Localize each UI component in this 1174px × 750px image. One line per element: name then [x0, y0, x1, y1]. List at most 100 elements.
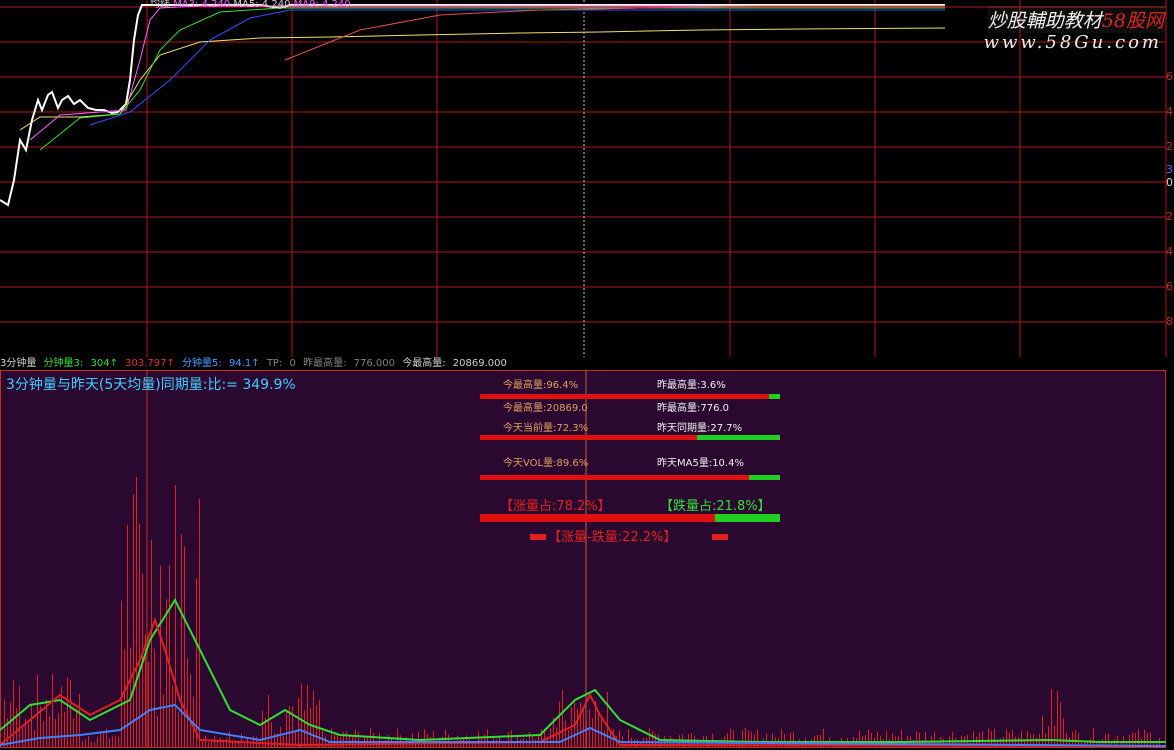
- indicator-value-yesterday-max: 776.000: [353, 358, 396, 369]
- volume-bar: [169, 565, 170, 748]
- volume-bar: [286, 711, 287, 748]
- ma-long-line: [284, 5, 945, 61]
- volume-bar: [109, 738, 110, 748]
- volume-bar: [217, 742, 218, 748]
- avg-price-line: [19, 27, 946, 131]
- volume-bar: [43, 721, 44, 748]
- volume-bar: [379, 732, 380, 748]
- volume-bar: [550, 728, 551, 748]
- volume-bar: [187, 658, 188, 748]
- volume-bar: [610, 731, 611, 748]
- ma9-line: [89, 9, 945, 126]
- volume-bar: [634, 739, 635, 748]
- volume-bar: [1042, 715, 1043, 748]
- ratio-bar-current-red: [480, 435, 697, 440]
- volume-bar: [124, 649, 125, 748]
- right-tick: 0: [1166, 176, 1173, 189]
- volume-bar: [37, 674, 38, 748]
- volume-bar: [172, 685, 173, 748]
- right-tick: 6: [1166, 70, 1173, 83]
- volume-bar: [85, 739, 86, 748]
- stat-yesterday-max-ratio: 昨最高量:3.6%: [657, 380, 726, 391]
- diff-marker-left: [530, 534, 546, 540]
- volume-bar: [199, 498, 200, 748]
- indicator-title: 3分钟量: [0, 358, 37, 369]
- volume-bar: [313, 690, 314, 748]
- volume-bar: [583, 707, 584, 748]
- volume-bar: [178, 711, 179, 748]
- volume-bar: [202, 740, 203, 748]
- stat-yesterday-ma5: 昨天MA5量:10.4%: [657, 458, 744, 469]
- volume-bar: [220, 737, 221, 748]
- volume-bar: [127, 524, 128, 748]
- volume-bar: [565, 720, 566, 748]
- watermark-brand: 炒股輔助教材58股网: [987, 6, 1164, 33]
- stat-yesterday-max-volume: 昨最高量:776.0: [657, 403, 729, 414]
- volume-bar: [166, 599, 167, 748]
- volume-bar: [307, 684, 308, 748]
- indicator-value-tp: 0: [289, 358, 296, 369]
- indicator-label-vol5: 分钟量5:: [182, 358, 222, 369]
- volume-bar: [55, 719, 56, 748]
- stat-today-current: 今天当前量:72.3%: [503, 423, 589, 434]
- volume-bar: [310, 708, 311, 748]
- stat-today-max-ratio: 今最高量:96.4%: [503, 380, 579, 391]
- volume-bar: [184, 546, 185, 748]
- volume-bar: [175, 484, 176, 748]
- volume-bar: [139, 523, 140, 748]
- volume-bar: [151, 539, 152, 748]
- volume-bar: [58, 713, 59, 748]
- volume-bar: [412, 733, 413, 748]
- volume-bar: [592, 718, 593, 748]
- volume-bar: [112, 736, 113, 748]
- right-tick: 3: [1166, 163, 1173, 176]
- volume-bar: [238, 742, 239, 748]
- volume-bar: [514, 742, 515, 748]
- volume-bar: [31, 703, 32, 748]
- right-tick: 6: [1166, 280, 1173, 293]
- volume-bar: [196, 578, 197, 748]
- volume-bar: [346, 731, 347, 748]
- volume-bar: [70, 679, 71, 748]
- ratio-bar-vol: [480, 475, 780, 480]
- volume-bar: [298, 698, 299, 748]
- volume-bar: [373, 733, 374, 748]
- volume-bar: [508, 732, 509, 748]
- volume-bar: [301, 683, 302, 748]
- volume-bar: [163, 694, 164, 748]
- volume-bar: [556, 727, 557, 748]
- indicator-value-vol3: 304↑: [90, 358, 118, 369]
- right-tick: 8: [1166, 315, 1173, 328]
- watermark-url: www.58Gu.com: [983, 32, 1162, 53]
- volume-bar: [118, 736, 119, 748]
- volume-bar: [268, 694, 269, 748]
- stat-yesterday-same-period: 昨天同期量:27.7%: [657, 423, 743, 434]
- legend-label-average: 均线: [150, 0, 170, 10]
- volume-bar: [13, 680, 14, 748]
- volume-bar: [214, 735, 215, 748]
- rise-fall-bar-green: [714, 514, 780, 522]
- volume-bar: [226, 738, 227, 748]
- volume-bar: [181, 534, 182, 748]
- indicator-value-vol5: 94.1↑: [228, 358, 260, 369]
- volume-bar: [607, 691, 608, 748]
- price-chart[interactable]: [0, 0, 1174, 357]
- volume-bar: [604, 730, 605, 748]
- volume-bar: [577, 708, 578, 748]
- right-tick: 2: [1166, 140, 1173, 153]
- volume-bar: [229, 731, 230, 748]
- rise-volume-ratio: 【涨量占:78.2%】: [500, 499, 611, 514]
- volume-bar: [154, 648, 155, 748]
- volume-bar: [325, 736, 326, 748]
- volume-bar: [10, 702, 11, 748]
- volume-bar: [88, 736, 89, 748]
- volume-bar: [337, 733, 338, 748]
- volume-bar: [91, 741, 92, 748]
- ma3-line: [29, 5, 945, 141]
- ratio-bar-current: [480, 435, 780, 440]
- header-legend: 均线 MA3: 4.240 MA5: 4.240 MA9: 4.240: [150, 0, 351, 10]
- volume-bar: [76, 708, 77, 748]
- volume-bar: [133, 494, 134, 748]
- legend-label-ma3: MA3:: [173, 0, 199, 10]
- legend-value-ma9: 4.240: [322, 0, 351, 10]
